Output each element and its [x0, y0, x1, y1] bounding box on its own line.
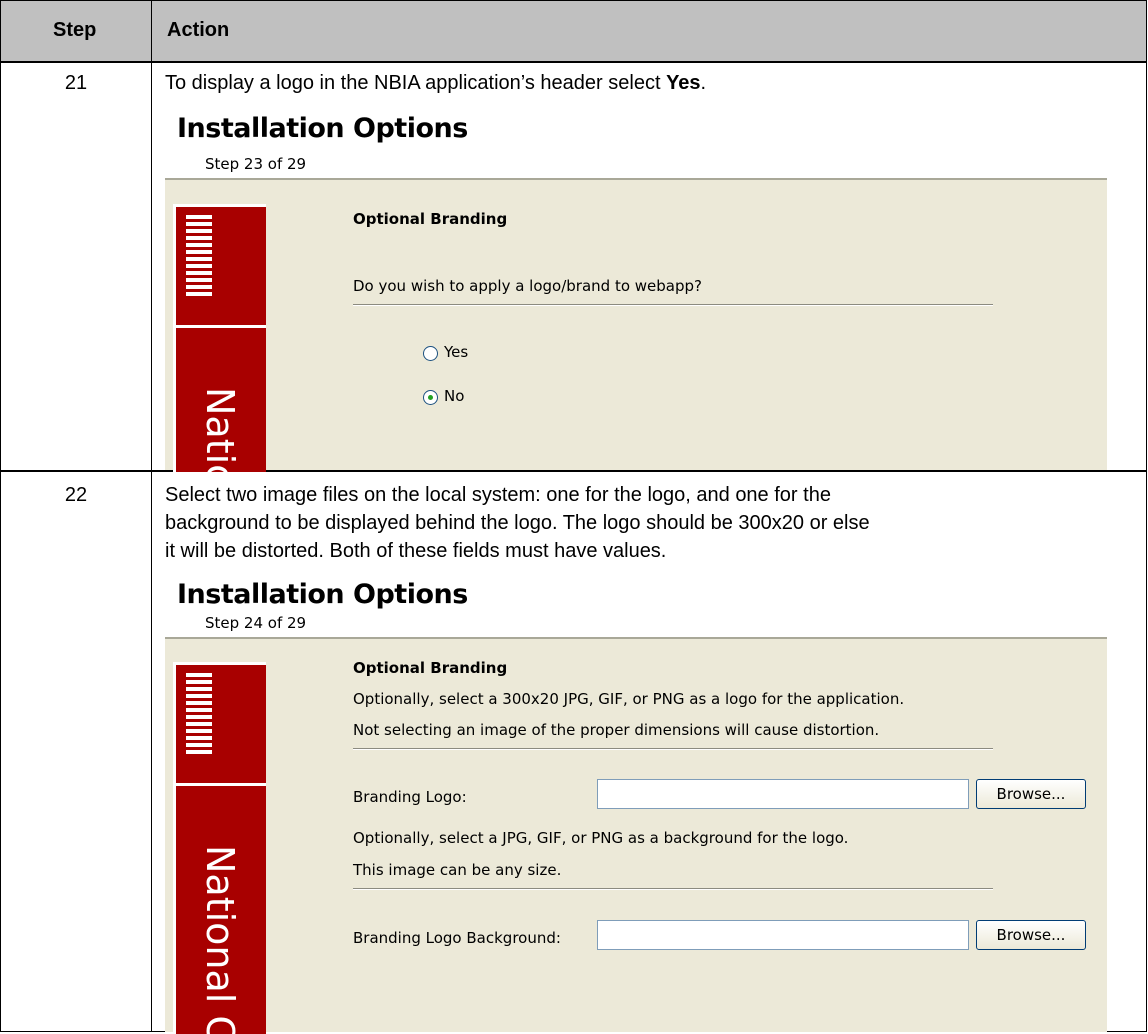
- header-action: Action: [167, 19, 230, 41]
- step-number: 22: [64, 484, 88, 506]
- radio-no-label[interactable]: No: [444, 387, 464, 405]
- step-instruction: Select two image files on the local syst…: [165, 484, 870, 562]
- logo-description: Optionally, select a 300x20 JPG, GIF, or…: [353, 690, 905, 708]
- branding-logo-label: Branding Logo:: [353, 788, 467, 806]
- section-title: Optional Branding: [353, 210, 508, 228]
- background-size-note: This image can be any size.: [353, 861, 562, 879]
- branding-background-label: Branding Logo Background:: [353, 929, 561, 947]
- brand-text: Natic: [198, 387, 242, 472]
- radio-yes[interactable]: [423, 346, 438, 361]
- nci-brand-image: National Ca: [173, 662, 266, 1034]
- background-description: Optionally, select a JPG, GIF, or PNG as…: [353, 829, 849, 847]
- nci-logo-icon: [186, 673, 212, 757]
- browse-background-button[interactable]: Browse...: [976, 920, 1086, 950]
- table-header: Step Action: [1, 1, 1146, 63]
- installer-panel: Natic Optional Branding Do you wish to a…: [165, 178, 1107, 472]
- branding-background-input[interactable]: [597, 920, 969, 950]
- branding-logo-input[interactable]: [597, 779, 969, 809]
- nci-brand-image: Natic: [173, 204, 266, 472]
- radio-yes-label[interactable]: Yes: [444, 343, 468, 361]
- installer-title: Installation Options: [177, 113, 468, 144]
- step-instruction: To display a logo in the NBIA applicatio…: [165, 72, 707, 94]
- column-divider: [151, 1, 152, 1031]
- browse-logo-button[interactable]: Browse...: [976, 779, 1086, 809]
- procedure-table: Step Action 21 To display a logo in the …: [0, 0, 1147, 1034]
- header-step: Step: [53, 19, 97, 41]
- installer-panel: National Ca Optional Branding Optionally…: [165, 637, 1107, 1034]
- branding-question: Do you wish to apply a logo/brand to web…: [353, 277, 702, 295]
- step-number: 21: [64, 72, 88, 94]
- brand-text: National Ca: [198, 845, 242, 1034]
- installer-step: Step 24 of 29: [205, 614, 307, 632]
- installer-step: Step 23 of 29: [205, 155, 307, 173]
- installer-title: Installation Options: [177, 579, 468, 610]
- section-title: Optional Branding: [353, 659, 508, 677]
- nci-logo-icon: [186, 215, 212, 299]
- distortion-note: Not selecting an image of the proper dim…: [353, 721, 880, 739]
- radio-no[interactable]: [423, 390, 438, 405]
